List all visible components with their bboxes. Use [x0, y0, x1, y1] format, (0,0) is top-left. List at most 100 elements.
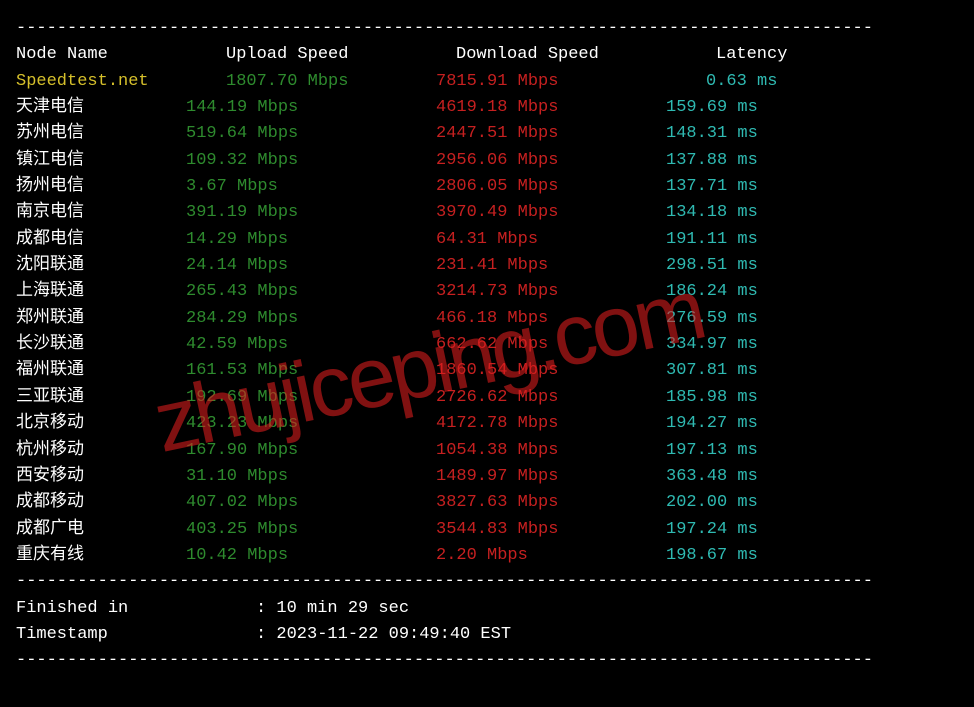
cell-node: 成都广电: [16, 517, 186, 543]
footer-timestamp: Timestamp : 2023-11-22 09:49:40 EST: [16, 622, 958, 648]
cell-download: 2447.51 Mbps: [436, 121, 666, 147]
cell-download: 2.20 Mbps: [436, 543, 666, 569]
table-row: 镇江电信109.32 Mbps2956.06 Mbps137.88 ms: [16, 148, 958, 174]
cell-upload: 31.10 Mbps: [186, 464, 436, 490]
table-row: 三亚联通192.69 Mbps2726.62 Mbps185.98 ms: [16, 385, 958, 411]
cell-latency: 197.13 ms: [666, 438, 758, 464]
cell-latency: 298.51 ms: [666, 253, 758, 279]
cell-download: 3827.63 Mbps: [436, 490, 666, 516]
cell-node: 成都移动: [16, 490, 186, 516]
cell-upload: 265.43 Mbps: [186, 279, 436, 305]
table-body: Speedtest.net1807.70 Mbps7815.91 Mbps0.6…: [16, 69, 958, 570]
table-row: 扬州电信3.67 Mbps2806.05 Mbps137.71 ms: [16, 174, 958, 200]
header-upload: Upload Speed: [226, 42, 456, 68]
table-row: 南京电信391.19 Mbps3970.49 Mbps134.18 ms: [16, 200, 958, 226]
cell-upload: 391.19 Mbps: [186, 200, 436, 226]
cell-download: 466.18 Mbps: [436, 306, 666, 332]
cell-node: 北京移动: [16, 411, 186, 437]
timestamp-value: : 2023-11-22 09:49:40 EST: [256, 622, 511, 648]
cell-download: 7815.91 Mbps: [436, 69, 666, 95]
cell-node: 三亚联通: [16, 385, 186, 411]
cell-latency: 307.81 ms: [666, 358, 758, 384]
header-download: Download Speed: [456, 42, 716, 68]
cell-node: 扬州电信: [16, 174, 186, 200]
cell-node: 福州联通: [16, 358, 186, 384]
cell-upload: 167.90 Mbps: [186, 438, 436, 464]
cell-node: 郑州联通: [16, 306, 186, 332]
divider-top: ----------------------------------------…: [16, 16, 958, 42]
table-row: 福州联通161.53 Mbps1860.54 Mbps307.81 ms: [16, 358, 958, 384]
cell-download: 4172.78 Mbps: [436, 411, 666, 437]
cell-node: 镇江电信: [16, 148, 186, 174]
table-row: 天津电信144.19 Mbps4619.18 Mbps159.69 ms: [16, 95, 958, 121]
cell-download: 231.41 Mbps: [436, 253, 666, 279]
cell-download: 662.62 Mbps: [436, 332, 666, 358]
cell-upload: 24.14 Mbps: [186, 253, 436, 279]
cell-upload: 3.67 Mbps: [186, 174, 436, 200]
cell-upload: 109.32 Mbps: [186, 148, 436, 174]
table-row: 成都电信14.29 Mbps64.31 Mbps191.11 ms: [16, 227, 958, 253]
header-latency: Latency: [716, 42, 787, 68]
cell-upload: 407.02 Mbps: [186, 490, 436, 516]
table-row: 上海联通265.43 Mbps3214.73 Mbps186.24 ms: [16, 279, 958, 305]
table-row: Speedtest.net1807.70 Mbps7815.91 Mbps0.6…: [16, 69, 958, 95]
cell-latency: 185.98 ms: [666, 385, 758, 411]
cell-upload: 423.23 Mbps: [186, 411, 436, 437]
cell-latency: 0.63 ms: [666, 69, 777, 95]
cell-node: Speedtest.net: [16, 69, 226, 95]
table-row: 北京移动423.23 Mbps4172.78 Mbps194.27 ms: [16, 411, 958, 437]
cell-latency: 137.88 ms: [666, 148, 758, 174]
finished-label: Finished in: [16, 596, 256, 622]
cell-download: 3214.73 Mbps: [436, 279, 666, 305]
cell-download: 64.31 Mbps: [436, 227, 666, 253]
cell-latency: 202.00 ms: [666, 490, 758, 516]
table-row: 苏州电信519.64 Mbps2447.51 Mbps148.31 ms: [16, 121, 958, 147]
timestamp-label: Timestamp: [16, 622, 256, 648]
cell-latency: 191.11 ms: [666, 227, 758, 253]
footer-finished: Finished in : 10 min 29 sec: [16, 596, 958, 622]
cell-node: 重庆有线: [16, 543, 186, 569]
cell-node: 沈阳联通: [16, 253, 186, 279]
table-header: Node Name Upload Speed Download Speed La…: [16, 42, 958, 68]
table-row: 沈阳联通24.14 Mbps231.41 Mbps298.51 ms: [16, 253, 958, 279]
cell-node: 成都电信: [16, 227, 186, 253]
cell-latency: 194.27 ms: [666, 411, 758, 437]
cell-upload: 42.59 Mbps: [186, 332, 436, 358]
cell-download: 3970.49 Mbps: [436, 200, 666, 226]
cell-latency: 134.18 ms: [666, 200, 758, 226]
table-row: 郑州联通284.29 Mbps466.18 Mbps276.59 ms: [16, 306, 958, 332]
table-row: 西安移动31.10 Mbps1489.97 Mbps363.48 ms: [16, 464, 958, 490]
cell-download: 3544.83 Mbps: [436, 517, 666, 543]
cell-upload: 284.29 Mbps: [186, 306, 436, 332]
cell-latency: 363.48 ms: [666, 464, 758, 490]
cell-node: 杭州移动: [16, 438, 186, 464]
cell-upload: 10.42 Mbps: [186, 543, 436, 569]
cell-latency: 276.59 ms: [666, 306, 758, 332]
cell-latency: 137.71 ms: [666, 174, 758, 200]
cell-upload: 1807.70 Mbps: [226, 69, 436, 95]
table-row: 成都广电403.25 Mbps3544.83 Mbps197.24 ms: [16, 517, 958, 543]
divider-bottom: ----------------------------------------…: [16, 648, 958, 674]
cell-latency: 148.31 ms: [666, 121, 758, 147]
cell-upload: 161.53 Mbps: [186, 358, 436, 384]
cell-latency: 197.24 ms: [666, 517, 758, 543]
cell-download: 1054.38 Mbps: [436, 438, 666, 464]
table-row: 成都移动407.02 Mbps3827.63 Mbps202.00 ms: [16, 490, 958, 516]
cell-latency: 334.97 ms: [666, 332, 758, 358]
cell-latency: 186.24 ms: [666, 279, 758, 305]
cell-download: 1860.54 Mbps: [436, 358, 666, 384]
cell-download: 4619.18 Mbps: [436, 95, 666, 121]
table-row: 杭州移动167.90 Mbps1054.38 Mbps197.13 ms: [16, 438, 958, 464]
cell-upload: 14.29 Mbps: [186, 227, 436, 253]
cell-download: 2956.06 Mbps: [436, 148, 666, 174]
cell-node: 南京电信: [16, 200, 186, 226]
cell-download: 1489.97 Mbps: [436, 464, 666, 490]
cell-node: 苏州电信: [16, 121, 186, 147]
cell-download: 2806.05 Mbps: [436, 174, 666, 200]
cell-download: 2726.62 Mbps: [436, 385, 666, 411]
cell-upload: 403.25 Mbps: [186, 517, 436, 543]
cell-upload: 144.19 Mbps: [186, 95, 436, 121]
finished-value: : 10 min 29 sec: [256, 596, 409, 622]
cell-node: 西安移动: [16, 464, 186, 490]
table-row: 长沙联通42.59 Mbps662.62 Mbps334.97 ms: [16, 332, 958, 358]
